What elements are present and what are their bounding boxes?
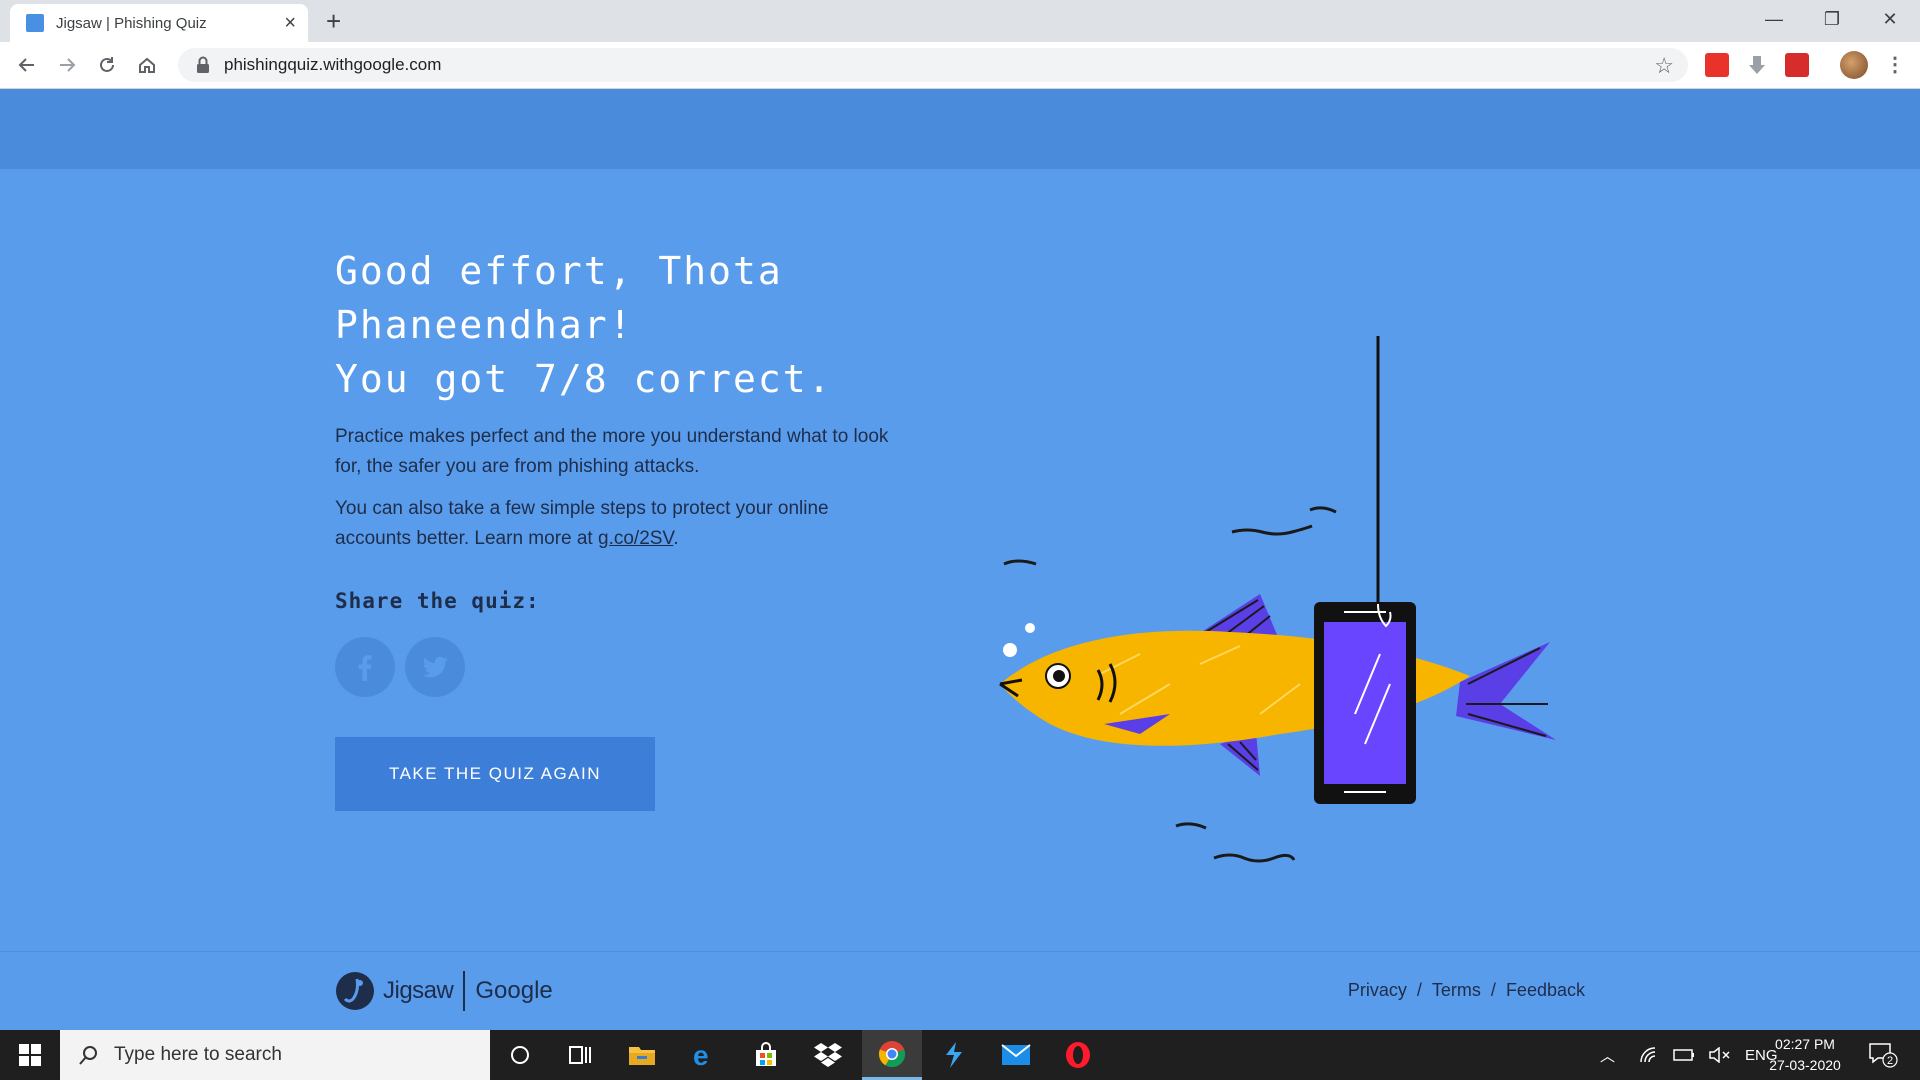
tab-strip: Jigsaw | Phishing Quiz × + — ❐ ✕	[0, 0, 1920, 42]
heading-line-3: You got 7/8 correct.	[335, 357, 833, 401]
header-band	[0, 89, 1920, 169]
show-hidden-icons[interactable]: ︿	[1600, 1045, 1615, 1066]
footer-separator: /	[1416, 980, 1422, 1000]
cortana-button[interactable]	[490, 1030, 550, 1080]
edge-icon: e	[693, 1041, 709, 1069]
result-heading: Good effort, Thota Phaneendhar! You got …	[335, 244, 895, 406]
extension-red-icon[interactable]	[1785, 53, 1809, 77]
feedback-link[interactable]: Feedback	[1506, 980, 1585, 1000]
store-icon	[756, 1042, 776, 1066]
address-bar[interactable]: phishingquiz.withgoogle.com ☆	[178, 48, 1688, 82]
forward-icon	[60, 58, 76, 72]
facebook-icon	[358, 655, 372, 681]
protect-text-end: .	[673, 528, 679, 549]
brand-separator	[463, 971, 466, 1011]
window-close-button[interactable]: ✕	[1862, 6, 1918, 32]
task-view-icon	[569, 1046, 591, 1064]
network-icon[interactable]	[1639, 1046, 1659, 1064]
star-icon[interactable]: ☆	[1654, 53, 1674, 79]
chrome-button[interactable]	[862, 1030, 922, 1080]
dropbox-icon	[814, 1043, 842, 1067]
brand-jigsaw-text: Jigsaw	[383, 977, 454, 1004]
reload-icon	[100, 57, 114, 72]
menu-icon[interactable]: ⋮	[1885, 52, 1905, 77]
cortana-icon	[511, 1046, 529, 1064]
taskbar-search-box[interactable]: Type here to search	[60, 1030, 490, 1080]
protect-text: You can also take a few simple steps to …	[335, 498, 829, 549]
action-center-button[interactable]: 2	[1868, 1042, 1898, 1073]
taskbar-clock[interactable]: 02:27 PM 27-03-2020	[1760, 1034, 1850, 1076]
page-content: Good effort, Thota Phaneendhar! You got …	[0, 89, 1920, 1031]
terms-link[interactable]: Terms	[1432, 980, 1481, 1000]
clock-date: 27-03-2020	[1769, 1057, 1841, 1073]
practice-paragraph: Practice makes perfect and the more you …	[335, 426, 889, 477]
twitter-share-button[interactable]	[405, 637, 465, 697]
file-explorer-button[interactable]	[612, 1030, 672, 1080]
twitter-icon	[422, 656, 448, 678]
notification-count: 2	[1887, 1055, 1893, 1067]
opera-icon	[1066, 1042, 1090, 1068]
file-explorer-icon	[629, 1047, 655, 1065]
notification-icon: 2	[1869, 1043, 1898, 1068]
hooked-fish-illustration	[999, 336, 1556, 863]
tab-phishing-quiz[interactable]: Jigsaw | Phishing Quiz ×	[10, 4, 308, 42]
chrome-icon	[878, 1040, 906, 1067]
mail-icon	[1001, 1044, 1031, 1065]
windows-taskbar: Type here to search e ︿ ENG 02:27 PM 27-…	[0, 1030, 1920, 1080]
start-button[interactable]	[0, 1030, 60, 1080]
search-icon	[79, 1046, 97, 1065]
volume-muted-icon[interactable]	[1709, 1047, 1731, 1063]
jigsaw-logo-icon	[336, 972, 374, 1010]
learn-more-link[interactable]: g.co/2SV	[598, 528, 673, 549]
vscode-icon	[946, 1042, 962, 1068]
page-footer: Jigsaw Google Privacy / Terms / Feedback	[0, 951, 1920, 1031]
extension-acrobat-icon[interactable]	[1705, 53, 1729, 77]
home-icon	[139, 57, 155, 73]
new-tab-button[interactable]: +	[326, 6, 341, 36]
reload-button[interactable]	[92, 50, 122, 80]
profile-avatar[interactable]	[1840, 51, 1868, 79]
system-tray: ︿ ENG	[1600, 1030, 1778, 1080]
facebook-share-button[interactable]	[335, 637, 395, 697]
url-text: phishingquiz.withgoogle.com	[224, 55, 442, 74]
take-quiz-again-button[interactable]: TAKE THE QUIZ AGAIN	[335, 737, 655, 811]
tab-favicon-icon	[26, 14, 44, 32]
back-icon	[18, 58, 34, 72]
windows-icon	[19, 1044, 41, 1066]
tab-close-button[interactable]: ×	[284, 13, 296, 33]
footer-separator: /	[1490, 980, 1496, 1000]
dropbox-button[interactable]	[798, 1030, 858, 1080]
brand-google-text: Google	[475, 977, 553, 1004]
share-label: Share the quiz:	[335, 589, 540, 613]
restore-button[interactable]: ❐	[1804, 6, 1860, 32]
taskbar-search-placeholder: Type here to search	[114, 1044, 282, 1065]
store-button[interactable]	[736, 1030, 796, 1080]
battery-icon[interactable]	[1673, 1048, 1695, 1062]
forward-button[interactable]	[52, 50, 82, 80]
lock-icon	[197, 56, 209, 73]
brand-logo[interactable]: Jigsaw Google	[335, 970, 553, 1012]
clock-time: 02:27 PM	[1775, 1036, 1835, 1052]
svg-text:e: e	[693, 1041, 709, 1069]
back-button[interactable]	[12, 50, 42, 80]
footer-links: Privacy / Terms / Feedback	[1348, 980, 1585, 1001]
tab-title: Jigsaw | Phishing Quiz	[56, 14, 207, 32]
heading-line-1: Good effort, Thota	[335, 249, 783, 293]
minimize-button[interactable]: —	[1746, 6, 1802, 32]
opera-button[interactable]	[1048, 1030, 1108, 1080]
protect-paragraph: You can also take a few simple steps to …	[335, 494, 895, 554]
mail-button[interactable]	[986, 1030, 1046, 1080]
vscode-button[interactable]	[924, 1030, 984, 1080]
extension-download-icon[interactable]	[1745, 53, 1769, 77]
heading-line-2: Phaneendhar!	[335, 303, 634, 347]
task-view-button[interactable]	[550, 1030, 610, 1080]
edge-button[interactable]: e	[674, 1030, 734, 1080]
browser-toolbar: phishingquiz.withgoogle.com ☆ ⋮	[0, 42, 1920, 89]
privacy-link[interactable]: Privacy	[1348, 980, 1407, 1000]
home-button[interactable]	[132, 50, 162, 80]
